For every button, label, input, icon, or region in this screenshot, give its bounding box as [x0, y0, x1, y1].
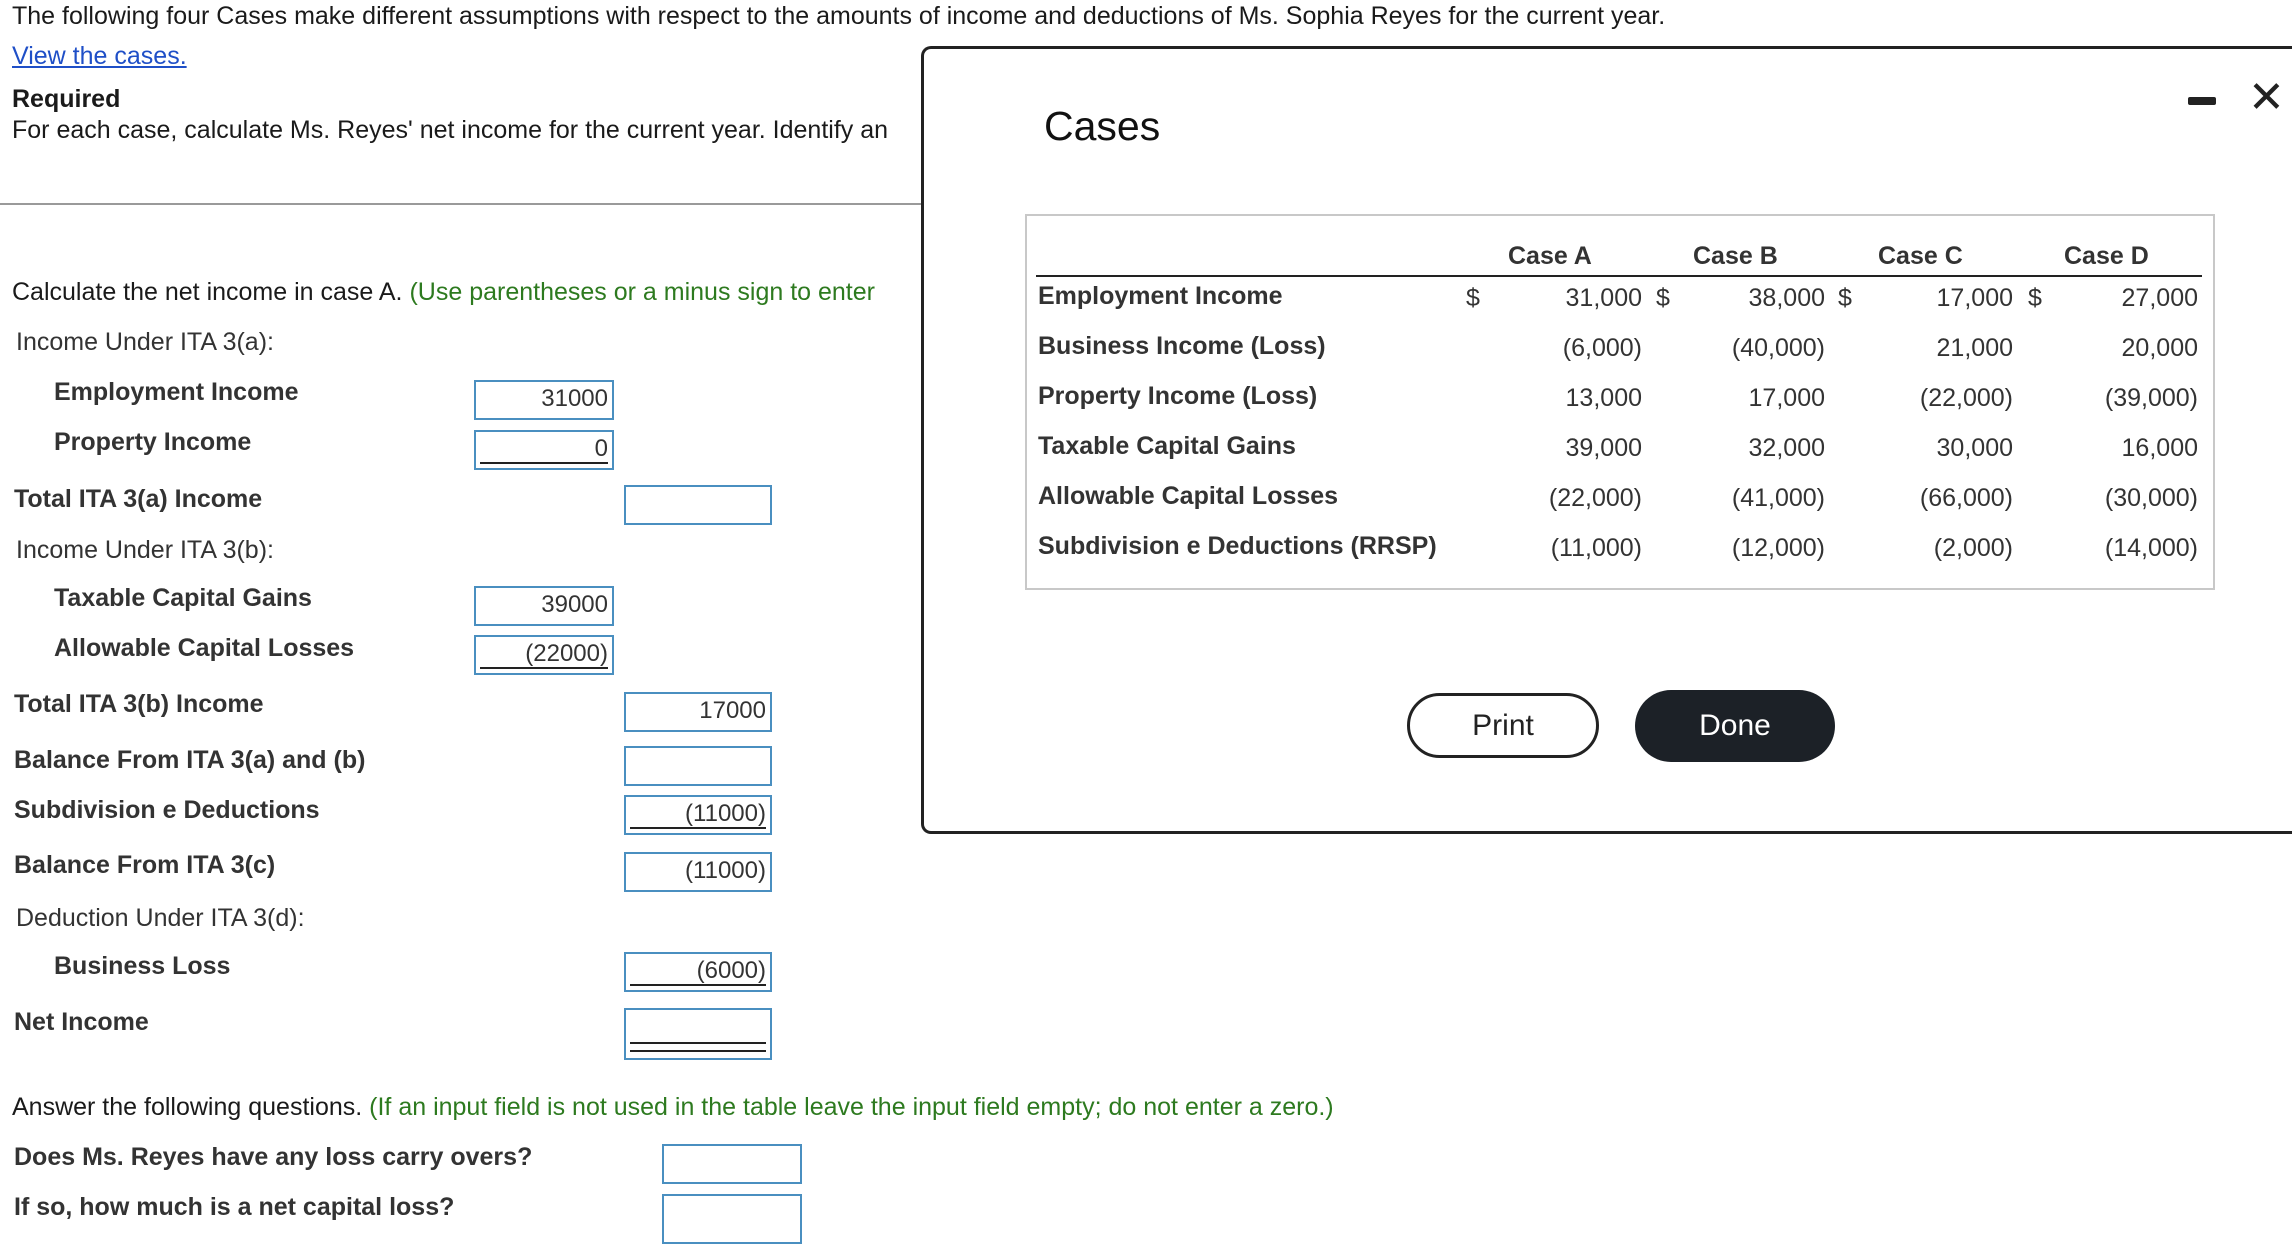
- case-d-value: (30,000): [2104, 484, 2198, 512]
- calc-instruction: Calculate the net income in case A. (Use…: [12, 278, 875, 307]
- close-icon[interactable]: ✕: [2248, 76, 2285, 120]
- case-row-label: Business Income (Loss): [1038, 332, 1326, 360]
- total-3b-input[interactable]: 17000: [624, 692, 772, 732]
- case-c-value: (66,000): [1919, 484, 2013, 512]
- case-c-value: 17,000: [1936, 284, 2013, 312]
- header-case-c: Case C: [1878, 242, 1963, 270]
- total-3a-input[interactable]: [624, 485, 772, 525]
- property-income-input[interactable]: 0: [474, 430, 614, 470]
- case-b-value: 38,000: [1748, 284, 1825, 312]
- case-d-value: 20,000: [2121, 334, 2198, 362]
- underline: [630, 827, 766, 829]
- double-underline: [630, 1042, 766, 1052]
- loss-carry-overs-input[interactable]: [662, 1144, 802, 1184]
- case-a-value: (6,000): [1562, 334, 1642, 362]
- question-loss-carry-overs: Does Ms. Reyes have any loss carry overs…: [14, 1143, 533, 1171]
- case-a-value: (11,000): [1550, 534, 1642, 562]
- currency-symbol: $: [1656, 284, 1670, 312]
- questions-intro: Answer the following questions. (If an i…: [12, 1093, 1334, 1122]
- label-employment-income: Employment Income: [54, 378, 299, 406]
- case-a-value: 31,000: [1565, 284, 1642, 312]
- case-a-value: 13,000: [1565, 384, 1642, 412]
- case-c-value: (22,000): [1919, 384, 2013, 412]
- divider: [0, 203, 922, 205]
- question-net-capital-loss: If so, how much is a net capital loss?: [14, 1193, 455, 1221]
- modal-title: Cases: [1044, 103, 1161, 149]
- required-text: For each case, calculate Ms. Reyes' net …: [12, 116, 889, 144]
- header-case-d: Case D: [2064, 242, 2149, 270]
- underline: [630, 984, 766, 986]
- header-case-b: Case B: [1693, 242, 1778, 270]
- case-b-value: 17,000: [1748, 384, 1825, 412]
- balance-3c-input[interactable]: (11000): [624, 852, 772, 892]
- done-button[interactable]: Done: [1635, 690, 1835, 762]
- subdivision-e-input[interactable]: (11000): [624, 795, 772, 835]
- calc-instruction-text: Calculate the net income in case A.: [12, 278, 403, 306]
- minimize-icon[interactable]: [2188, 97, 2216, 105]
- case-a-value: 39,000: [1565, 434, 1642, 462]
- case-d-value: 27,000: [2121, 284, 2198, 312]
- business-loss-value: (6000): [696, 957, 766, 984]
- employment-income-input[interactable]: 31000: [474, 380, 614, 420]
- case-row-label: Property Income (Loss): [1038, 382, 1318, 410]
- label-balance-3ab: Balance From ITA 3(a) and (b): [14, 746, 366, 774]
- label-net-income: Net Income: [14, 1008, 149, 1036]
- case-b-value: (12,000): [1731, 534, 1825, 562]
- required-title: Required: [12, 85, 121, 113]
- case-row-label: Allowable Capital Losses: [1038, 482, 1339, 510]
- label-business-loss: Business Loss: [54, 952, 231, 980]
- balance-3ab-input[interactable]: [624, 746, 772, 786]
- questions-hint: (If an input field is not used in the ta…: [369, 1093, 1334, 1121]
- label-property-income: Property Income: [54, 428, 252, 456]
- label-deduction-3d: Deduction Under ITA 3(d):: [16, 904, 305, 932]
- taxable-capital-gains-input[interactable]: 39000: [474, 586, 614, 626]
- underline: [480, 462, 608, 464]
- label-income-3a: Income Under ITA 3(a):: [16, 328, 274, 356]
- label-balance-3c: Balance From ITA 3(c): [14, 851, 276, 879]
- label-total-3a: Total ITA 3(a) Income: [14, 485, 263, 513]
- header-case-a: Case A: [1508, 242, 1592, 270]
- label-taxable-capital-gains: Taxable Capital Gains: [54, 584, 312, 612]
- case-b-value: 32,000: [1748, 434, 1825, 462]
- allowable-capital-losses-value: (22000): [525, 640, 608, 667]
- table-header-rule: [1036, 275, 2202, 277]
- label-allowable-capital-losses: Allowable Capital Losses: [54, 634, 355, 662]
- case-b-value: (41,000): [1731, 484, 1825, 512]
- label-subdivision-e: Subdivision e Deductions: [14, 796, 320, 824]
- currency-symbol: $: [2028, 284, 2042, 312]
- allowable-capital-losses-input[interactable]: (22000): [474, 635, 614, 675]
- questions-intro-text: Answer the following questions.: [12, 1093, 363, 1121]
- label-income-3b: Income Under ITA 3(b):: [16, 536, 274, 564]
- case-row-label: Taxable Capital Gains: [1038, 432, 1296, 460]
- case-c-value: 21,000: [1936, 334, 2013, 362]
- label-total-3b: Total ITA 3(b) Income: [14, 690, 264, 718]
- case-row-label: Subdivision e Deductions (RRSP): [1038, 532, 1437, 560]
- case-row-label: Employment Income: [1038, 282, 1283, 310]
- property-income-value: 0: [594, 435, 608, 462]
- net-income-input[interactable]: [624, 1008, 772, 1060]
- case-a-value: (22,000): [1548, 484, 1642, 512]
- net-capital-loss-input[interactable]: [662, 1194, 802, 1244]
- currency-symbol: $: [1838, 284, 1852, 312]
- case-d-value: 16,000: [2121, 434, 2198, 462]
- case-d-value: (14,000): [2104, 534, 2198, 562]
- currency-symbol: $: [1466, 284, 1480, 312]
- case-d-value: (39,000): [2104, 384, 2198, 412]
- business-loss-input[interactable]: (6000): [624, 952, 772, 992]
- print-button[interactable]: Print: [1407, 693, 1599, 758]
- subdivision-e-value: (11000): [685, 800, 766, 827]
- intro-text: The following four Cases make different …: [12, 2, 1666, 30]
- case-b-value: (40,000): [1731, 334, 1825, 362]
- case-c-value: (2,000): [1933, 534, 2013, 562]
- view-cases-link[interactable]: View the cases.: [12, 42, 187, 71]
- calc-hint: (Use parentheses or a minus sign to ente…: [409, 278, 875, 306]
- case-c-value: 30,000: [1936, 434, 2013, 462]
- underline: [480, 667, 608, 669]
